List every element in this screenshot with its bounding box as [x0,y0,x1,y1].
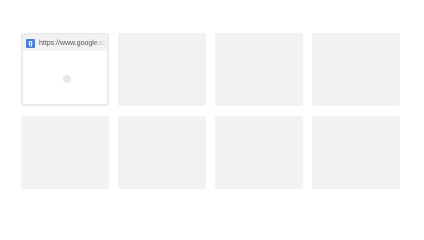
most-visited-grid: g https://www.google.co [21,33,400,189]
most-visited-tile-empty [215,33,303,106]
most-visited-tile-google[interactable]: g https://www.google.co [21,33,109,106]
loading-spinner-icon [63,75,71,83]
most-visited-tile-empty [215,116,303,189]
most-visited-tile-empty [118,33,206,106]
most-visited-tile-empty [21,116,109,189]
most-visited-tile-empty [312,33,400,106]
google-favicon-icon: g [26,38,35,48]
tile-url: https://www.google.co [39,39,107,47]
tile-title-bar: g https://www.google.co [23,35,107,51]
most-visited-tile-empty [118,116,206,189]
most-visited-tile-empty [312,116,400,189]
